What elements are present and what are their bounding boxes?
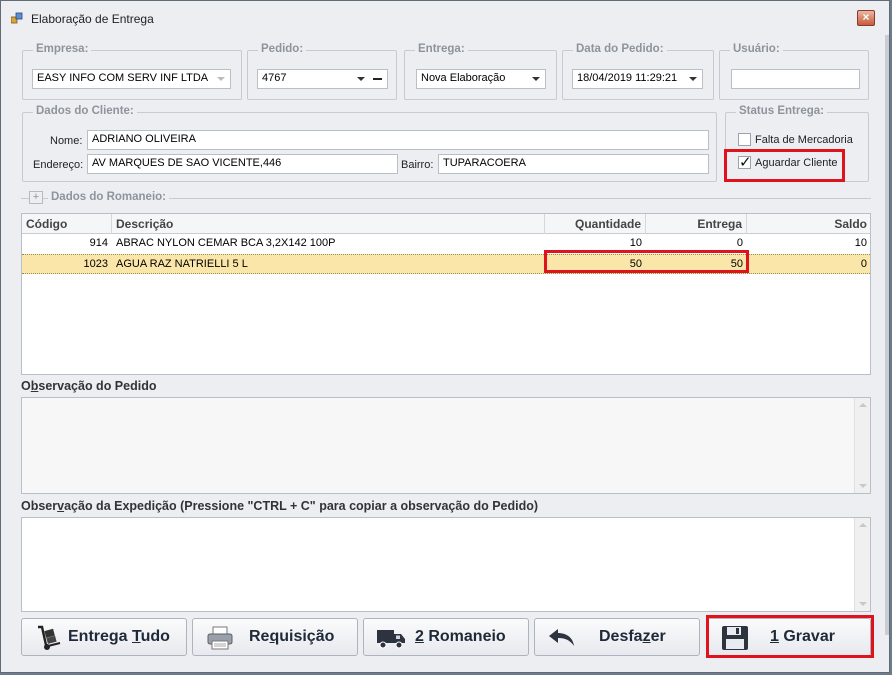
cell-saldo: 0: [860, 258, 867, 270]
requisicao-label: Requisição: [249, 628, 335, 645]
col-saldo[interactable]: Saldo: [747, 214, 871, 234]
obs-expedicao-title: Observação da Expedição (Pressione "CTRL…: [21, 499, 539, 513]
scroll-up-icon[interactable]: [859, 403, 867, 407]
col-entrega[interactable]: Entrega: [646, 214, 747, 234]
romaneio-label: 2 Romaneio: [415, 628, 506, 645]
usuario-legend: Usuário:: [730, 43, 783, 55]
scroll-down-icon[interactable]: [859, 484, 867, 488]
chevron-down-icon: [689, 77, 697, 81]
printer-icon: [207, 626, 233, 650]
cell-quantidade: 10: [629, 237, 642, 249]
cell-entrega[interactable]: 50: [646, 255, 747, 275]
bairro-label: Bairro:: [401, 159, 434, 171]
hand-truck-icon: [38, 625, 61, 650]
cliente-legend: Dados do Cliente:: [33, 105, 137, 117]
cell-saldo: 10: [854, 237, 867, 249]
bairro-value: TUPARACOERA: [443, 157, 526, 169]
truck-icon: [377, 630, 405, 649]
close-button[interactable]: ×: [857, 10, 875, 26]
cell-entrega[interactable]: 0: [646, 234, 747, 254]
obs-pedido-title: Observação do Pedido: [21, 379, 157, 393]
check-icon: ✓: [739, 154, 752, 171]
bairro-field[interactable]: TUPARACOERA: [438, 154, 709, 174]
nome-value: ADRIANO OLIVEIRA: [92, 133, 196, 145]
data-pedido-value: 18/04/2019 11:29:21: [577, 72, 678, 84]
status-entrega-legend: Status Entrega:: [736, 105, 827, 117]
aguardar-cliente-label: Aguardar Cliente: [755, 157, 838, 169]
title-bar: Elaboração de Entrega ×: [1, 1, 889, 35]
obs-expedicao-scrollbar[interactable]: [854, 518, 870, 611]
minus-icon[interactable]: [373, 78, 382, 80]
obs-expedicao-memo[interactable]: [21, 517, 871, 612]
aguardar-cliente-checkbox[interactable]: ✓: [738, 154, 752, 171]
window-edge-scroll: [885, 35, 889, 635]
col-quantidade[interactable]: Quantidade: [545, 214, 646, 234]
gravar-label: 1 Gravar: [770, 628, 835, 645]
empresa-combo[interactable]: EASY INFO COM SERV INF LTDA: [32, 69, 231, 89]
undo-arrow-icon: [549, 629, 574, 646]
grid-header: Código Descrição Quantidade Entrega Sald…: [22, 214, 870, 234]
endereco-label: Endereço:: [33, 159, 84, 171]
nome-label: Nome:: [50, 135, 83, 147]
status-entrega-group: Status Entrega: Falta de Mercadoria ✓ Ag…: [725, 105, 869, 182]
entrega-tudo-button[interactable]: Entrega Tudo: [21, 618, 187, 656]
falta-mercadoria-label: Falta de Mercadoria: [755, 134, 853, 146]
data-pedido-legend: Data do Pedido:: [573, 43, 667, 55]
desfazer-label: Desfazer: [599, 628, 666, 645]
chevron-down-icon: [357, 77, 365, 81]
cell-codigo: 914: [89, 237, 108, 249]
entrega-combo[interactable]: Nova Elaboração: [416, 69, 546, 89]
save-disk-icon: [722, 626, 748, 650]
scroll-up-icon[interactable]: [859, 523, 867, 527]
obs-pedido-scrollbar[interactable]: [854, 398, 870, 493]
elaboracao-entrega-window: Elaboração de Entrega × Empresa: EASY IN…: [0, 0, 890, 673]
plus-icon: +: [32, 191, 40, 203]
close-icon: ×: [862, 10, 870, 24]
col-codigo[interactable]: Código: [22, 214, 112, 234]
table-row[interactable]: 1023 AGUA RAZ NATRIELLI 5 L 50 50 0: [22, 254, 870, 274]
cell-descricao: ABRAC NYLON CEMAR BCA 3,2X142 100P: [116, 237, 336, 249]
entrega-group: Entrega: Nova Elaboração: [404, 43, 557, 100]
items-grid[interactable]: Código Descrição Quantidade Entrega Sald…: [21, 213, 871, 375]
falta-mercadoria-checkbox[interactable]: [738, 133, 751, 146]
usuario-group: Usuário:: [719, 43, 869, 100]
obs-pedido-memo[interactable]: [21, 397, 871, 494]
endereco-value: AV MARQUES DE SAO VICENTE,446: [92, 157, 282, 169]
desfazer-button[interactable]: Desfazer: [534, 618, 700, 656]
data-pedido-picker[interactable]: 18/04/2019 11:29:21: [572, 69, 703, 89]
empresa-value: EASY INFO COM SERV INF LTDA: [37, 72, 209, 84]
entrega-legend: Entrega:: [415, 43, 468, 55]
empresa-legend: Empresa:: [33, 43, 92, 55]
nome-field[interactable]: ADRIANO OLIVEIRA: [87, 130, 709, 150]
col-descricao[interactable]: Descrição: [112, 214, 545, 234]
requisicao-button[interactable]: Requisição: [192, 618, 358, 656]
endereco-field[interactable]: AV MARQUES DE SAO VICENTE,446: [87, 154, 398, 174]
empresa-group: Empresa: EASY INFO COM SERV INF LTDA: [22, 43, 242, 100]
cell-descricao: AGUA RAZ NATRIELLI 5 L: [116, 258, 248, 270]
pedido-combo[interactable]: 4767: [257, 69, 388, 89]
romaneio-expand-button[interactable]: +: [29, 191, 43, 204]
pedido-legend: Pedido:: [258, 43, 307, 55]
usuario-field[interactable]: [731, 69, 860, 89]
pedido-value: 4767: [262, 72, 287, 84]
pedido-group: Pedido: 4767: [247, 43, 397, 100]
romaneio-legend: Dados do Romaneio:: [48, 191, 170, 203]
app-icon: [11, 12, 23, 24]
entrega-tudo-label: Entrega Tudo: [68, 628, 170, 645]
window-title: Elaboração de Entrega: [31, 12, 154, 26]
cell-codigo: 1023: [83, 258, 108, 270]
chevron-down-icon: [532, 77, 540, 81]
romaneio-button[interactable]: 2 Romaneio: [363, 618, 529, 656]
cell-quantidade: 50: [629, 258, 642, 270]
data-pedido-group: Data do Pedido: 18/04/2019 11:29:21: [562, 43, 714, 100]
cliente-group: Dados do Cliente: Nome: ADRIANO OLIVEIRA…: [22, 105, 717, 182]
scroll-down-icon[interactable]: [859, 602, 867, 606]
entrega-value: Nova Elaboração: [421, 72, 506, 84]
table-row[interactable]: 914 ABRAC NYLON CEMAR BCA 3,2X142 100P 1…: [22, 234, 870, 254]
chevron-down-icon: [217, 77, 225, 81]
gravar-button[interactable]: 1 Gravar: [707, 618, 871, 656]
